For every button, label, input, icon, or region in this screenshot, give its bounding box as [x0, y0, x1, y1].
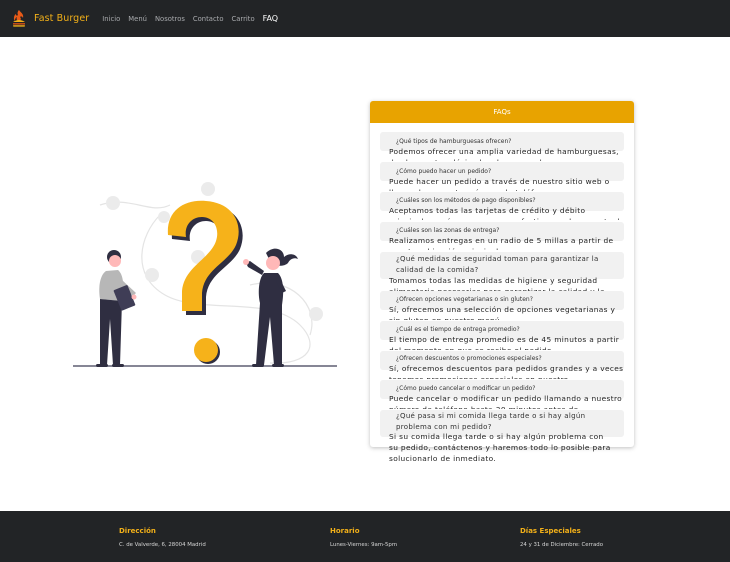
footer-horario-title: Horario [330, 527, 360, 535]
faq-question[interactable]: ¿Cómo puedo cancelar o modificar un pedi… [396, 385, 536, 393]
faq-answer: Podemos ofrecer una amplia variedad de h… [389, 147, 619, 161]
faq-answer: Sí, ofrecemos descuentos para pedidos gr… [389, 364, 624, 379]
nav-menu[interactable]: Menú [128, 15, 147, 23]
faq-answer: Sí, ofrecemos una selección de opciones … [389, 305, 616, 320]
footer-horario: Horario Lunes-Viernes: 9am-5pm [330, 527, 397, 548]
nav-nosotros[interactable]: Nosotros [155, 15, 185, 23]
faq-question[interactable]: ¿Qué tipos de hamburguesas ofrecen? [396, 138, 511, 146]
faq-question[interactable]: ¿Qué medidas de seguridad toman para gar… [389, 254, 609, 276]
faq-title: FAQs [370, 101, 634, 123]
faq-question[interactable]: ¿Ofrecen descuentos o promociones especi… [396, 355, 542, 363]
nav-contacto[interactable]: Contacto [193, 15, 224, 23]
faq-question[interactable]: ¿Cuál es el tiempo de entrega promedio? [396, 326, 520, 334]
brand-name: Fast Burger [34, 13, 90, 24]
faq-question[interactable]: ¿Cuáles son los métodos de pago disponib… [396, 197, 536, 205]
footer-dias-text: 24 y 31 de Diciembre: Cerrado [520, 542, 603, 548]
burger-flame-logo [13, 9, 25, 27]
faq-answer: Aceptamos todas las tarjetas de crédito … [389, 206, 625, 220]
brand[interactable]: Fast Burger [10, 9, 89, 29]
faq-question[interactable]: ¿Cuáles son las zonas de entrega? [396, 227, 499, 235]
question-illustration [73, 182, 337, 367]
faq-answer: El tiempo de entrega promedio es de 45 m… [389, 335, 620, 350]
navbar: Fast Burger Inicio Menú Nosotros Contact… [0, 0, 730, 37]
faq-answer: Si su comida llega tarde o si hay algún … [389, 432, 611, 463]
footer-horario-text: Lunes-Viernes: 9am-5pm [330, 542, 398, 548]
faq-answer: Puede hacer un pedido a través de nuestr… [389, 177, 610, 191]
nav-faq[interactable]: FAQ [263, 14, 279, 23]
faq-card: FAQs ¿Qué tipos de hamburguesas ofrecen?… [370, 101, 634, 463]
footer-direccion-title: Dirección [119, 527, 156, 535]
faq-question[interactable]: ¿Qué pasa si mi comida llega tarde o si … [389, 411, 609, 433]
footer: Dirección C. de Valverde, 6, 28004 Madri… [0, 511, 730, 562]
faq-question[interactable]: ¿Ofrecen opciones vegetarianas o sin glu… [396, 296, 533, 304]
footer-dias-title: Días Especiales [520, 527, 581, 535]
nav-inicio[interactable]: Inicio [102, 15, 120, 23]
footer-dias: Días Especiales 24 y 31 de Diciembre: Ce… [520, 527, 603, 548]
nav-links: Inicio Menú Nosotros Contacto Carrito FA… [102, 14, 286, 23]
footer-direccion: Dirección C. de Valverde, 6, 28004 Madri… [119, 527, 206, 548]
nav-carrito[interactable]: Carrito [232, 15, 255, 23]
faq-answer: Puede cancelar o modificar un pedido lla… [389, 394, 623, 409]
faq-answer: Realizamos entregas en un radio de 5 mil… [389, 236, 614, 250]
footer-direccion-text: C. de Valverde, 6, 28004 Madrid [119, 542, 206, 548]
faq-question[interactable]: ¿Cómo puedo hacer un pedido? [396, 168, 491, 176]
